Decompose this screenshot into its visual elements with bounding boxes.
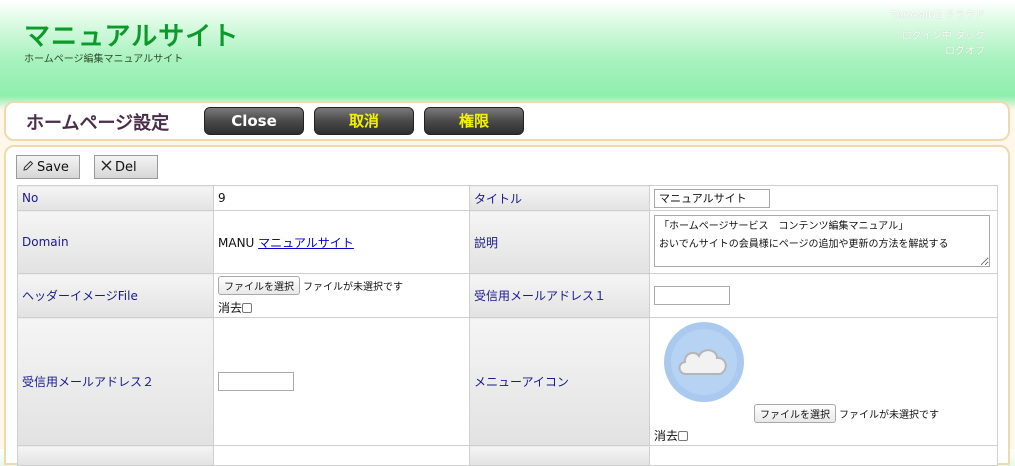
mail1-input[interactable] <box>654 286 730 305</box>
site-header: マニュアルサイト ホームページ編集マニュアルサイト TAKAMINE クラウド … <box>0 0 1015 100</box>
no-value: 9 <box>213 185 470 211</box>
header-image-file-button[interactable]: ファイルを選択 <box>218 276 300 295</box>
pencil-icon <box>21 156 35 178</box>
table-row: Domain MANU マニュアルサイト 説明 「ホームページサービス コンテン… <box>17 210 998 274</box>
menu-icon-delete-label: 消去 <box>654 428 679 443</box>
login-status: ログイン中 タック <box>901 31 985 42</box>
domain-link[interactable]: マニュアルサイト <box>258 236 354 250</box>
cancel-button[interactable]: 取消 <box>314 107 414 135</box>
title-bar: ホームページ設定 Close 取消 権限 <box>4 101 1010 141</box>
del-label: Del <box>115 160 137 175</box>
header-image-label: ヘッダーイメージFile <box>17 273 214 318</box>
site-title: マニュアルサイト <box>24 22 240 52</box>
cloud-icon <box>662 320 746 404</box>
mail1-label: 受信用メールアドレス１ <box>469 273 650 318</box>
mail2-label: 受信用メールアドレス２ <box>17 317 214 446</box>
menu-icon-label: メニューアイコン <box>469 317 650 446</box>
table-row: ヘッダーイメージFile ファイルを選択 ファイルが未選択です 消去 受信用メール… <box>17 273 998 318</box>
settings-form: No 9 タイトル Domain MANU マニュアルサイト 説明 「ホームペー… <box>17 185 998 466</box>
description-label: 説明 <box>469 210 650 274</box>
header-image-cell: ファイルを選択 ファイルが未選択です 消去 <box>213 273 470 318</box>
header-image-delete-label: 消去 <box>218 301 243 315</box>
brand-label: TAKAMINE クラウド <box>891 10 985 21</box>
menu-icon-delete-checkbox[interactable] <box>678 430 689 441</box>
menu-icon-file-button[interactable]: ファイルを選択 <box>754 403 836 423</box>
page-title: ホームページ設定 <box>26 113 170 134</box>
header-user-area: TAKAMINE クラウド ログイン中 タック ログオフ <box>891 8 985 59</box>
logout-link[interactable]: ログオフ <box>891 44 985 59</box>
title-label: タイトル <box>469 185 650 211</box>
menu-icon-file-status: ファイルが未選択です <box>839 409 939 421</box>
domain-value: MANU マニュアルサイト <box>213 210 470 274</box>
title-input[interactable] <box>654 188 770 208</box>
save-button[interactable]: Save <box>16 155 80 179</box>
content-panel: Save Del No 9 タイトル Domain MANU マニュアルサイト … <box>4 145 1010 466</box>
mail2-input[interactable] <box>218 372 294 391</box>
permission-button[interactable]: 権限 <box>424 107 524 135</box>
close-button[interactable]: Close <box>204 107 304 135</box>
x-icon <box>99 156 113 178</box>
domain-label: Domain <box>17 210 214 274</box>
no-label: No <box>17 185 214 211</box>
domain-code: MANU <box>218 235 255 250</box>
table-row: No 9 タイトル <box>17 185 998 211</box>
menu-icon-cell: ファイルを選択 ファイルが未選択です 消去 <box>649 317 998 446</box>
delete-button[interactable]: Del <box>94 155 158 179</box>
save-label: Save <box>37 160 69 175</box>
header-image-delete-checkbox[interactable] <box>242 303 253 313</box>
site-subtitle: ホームページ編集マニュアルサイト <box>24 54 184 65</box>
description-textarea[interactable]: 「ホームページサービス コンテンツ編集マニュアル」 おいでんサイトの会員様にペー… <box>654 214 990 267</box>
header-image-file-status: ファイルが未選択です <box>303 282 403 293</box>
table-row: 受信用メールアドレス２ メニューアイコン ファイルを選択ファイルが未選択です <box>17 317 998 446</box>
